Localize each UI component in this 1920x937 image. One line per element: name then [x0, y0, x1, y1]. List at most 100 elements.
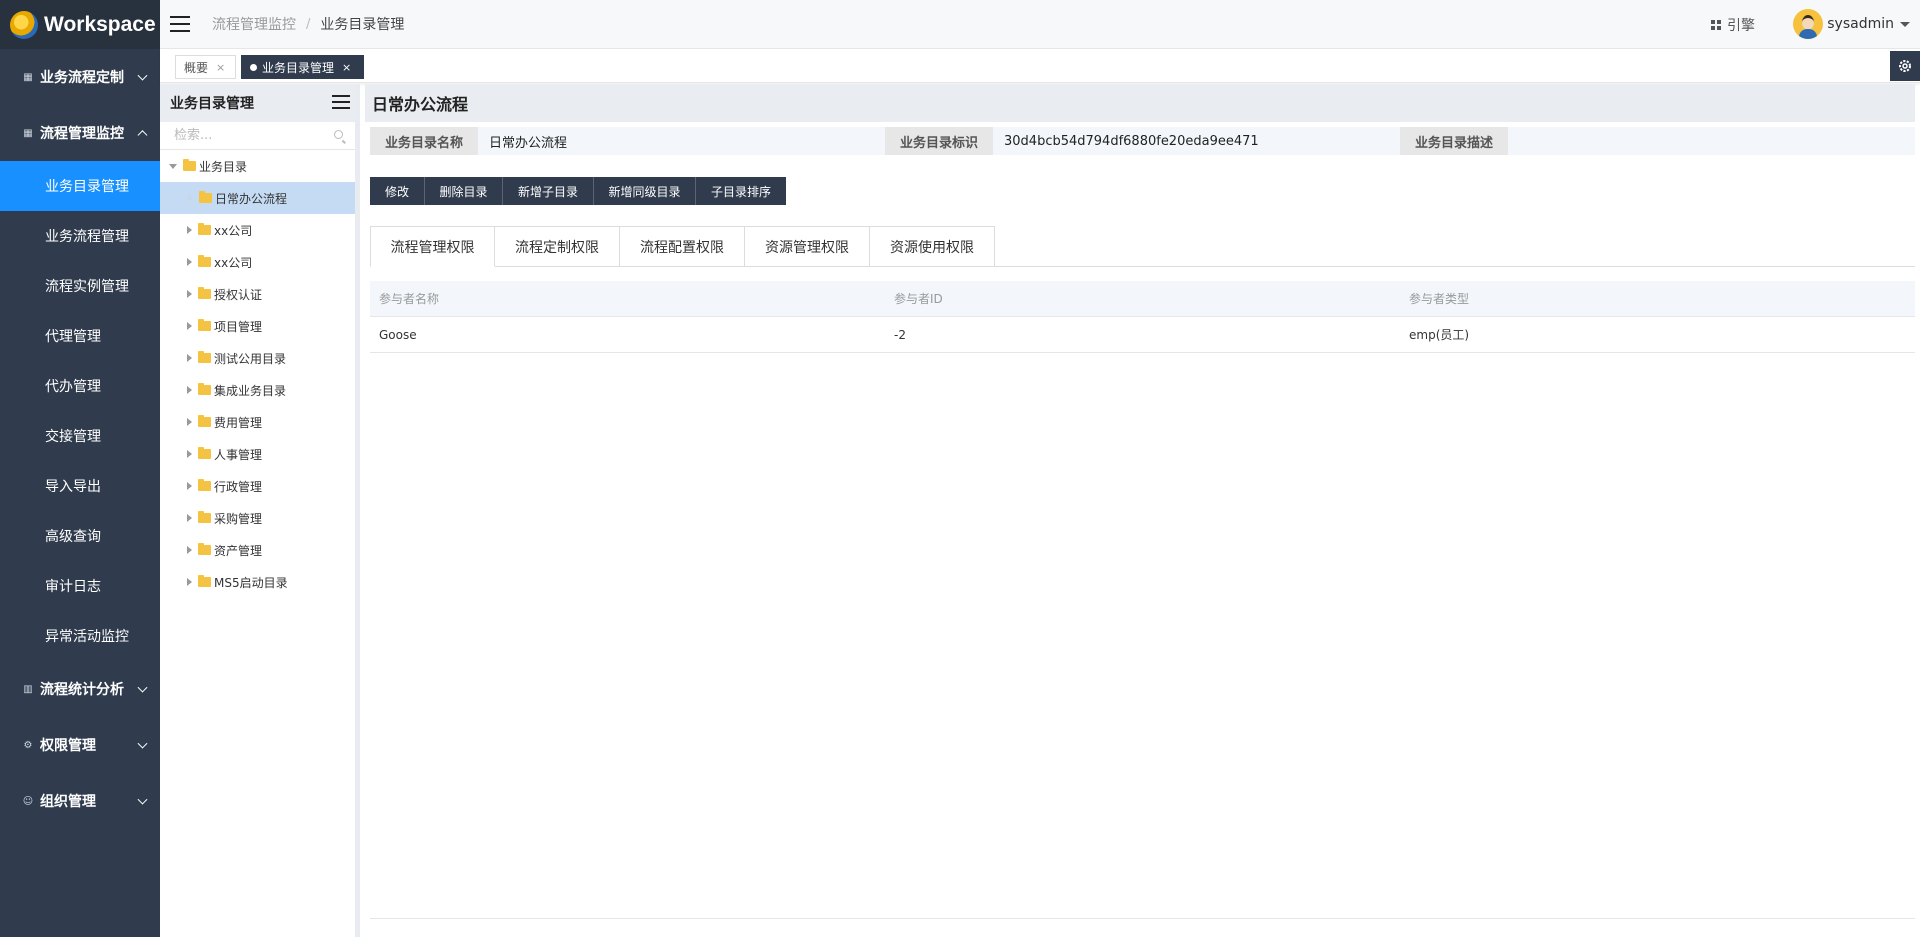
- sidebar-group-label: 业务流程定制: [40, 70, 124, 86]
- sidebar-group-label: 流程管理监控: [40, 126, 124, 142]
- sort-children-button[interactable]: 子目录排序: [696, 177, 786, 205]
- column-header-participant-name[interactable]: 参与者名称: [370, 290, 885, 307]
- menu-toggle-icon[interactable]: [170, 16, 190, 32]
- expand-right-icon[interactable]: [187, 386, 192, 394]
- tab-process-manage-permission[interactable]: 流程管理权限: [370, 226, 495, 267]
- tree-title: 业务目录管理: [170, 96, 254, 112]
- sidebar-item-exception-monitor[interactable]: 异常活动监控: [0, 611, 160, 661]
- tree-node-selected[interactable]: 日常办公流程: [160, 182, 355, 214]
- search-icon[interactable]: [334, 130, 343, 139]
- user-icon: ☺: [22, 795, 34, 807]
- sidebar-group-statistics[interactable]: ▥ 流程统计分析: [0, 661, 160, 717]
- tree-menu-icon[interactable]: [332, 95, 350, 109]
- sidebar-group-process-custom[interactable]: ▦ 业务流程定制: [0, 49, 160, 105]
- tab-resource-manage-permission[interactable]: 资源管理权限: [745, 226, 870, 267]
- edit-button[interactable]: 修改: [370, 177, 425, 205]
- sidebar-item-todo[interactable]: 代办管理: [0, 361, 160, 411]
- tree-node[interactable]: 测试公用目录: [160, 342, 355, 374]
- breadcrumb-current: 业务目录管理: [320, 17, 405, 33]
- sidebar-item-advanced-query[interactable]: 高级查询: [0, 511, 160, 561]
- close-icon[interactable]: ×: [342, 61, 351, 74]
- folder-icon: [183, 159, 196, 171]
- chevron-up-icon: [137, 130, 148, 141]
- tab-catalog-management[interactable]: 业务目录管理 ×: [241, 55, 364, 79]
- tree-node[interactable]: 授权认证: [160, 278, 355, 310]
- expand-right-icon[interactable]: [187, 226, 192, 234]
- sidebar-group-permission[interactable]: ⚙ 权限管理: [0, 717, 160, 773]
- expand-right-icon[interactable]: [187, 482, 192, 490]
- tree-node[interactable]: 费用管理: [160, 406, 355, 438]
- expand-right-icon[interactable]: [187, 258, 192, 266]
- settings-gear-button[interactable]: [1890, 51, 1920, 81]
- tree-node-label: 行政管理: [214, 479, 263, 494]
- expand-right-icon[interactable]: [187, 354, 192, 362]
- sidebar-menu: ▦ 业务流程定制 ▦ 流程管理监控 业务目录管理 业务流程管理 流程实例管理 代…: [0, 49, 160, 829]
- expand-down-icon[interactable]: [169, 163, 177, 169]
- catalog-name-label: 业务目录名称: [370, 127, 478, 155]
- tree-node[interactable]: xx公司: [160, 246, 355, 278]
- folder-icon: [198, 415, 211, 427]
- tab-process-config-permission[interactable]: 流程配置权限: [620, 226, 745, 267]
- close-icon[interactable]: ×: [216, 61, 225, 74]
- column-header-participant-type[interactable]: 参与者类型: [1400, 290, 1915, 307]
- tree-node[interactable]: 人事管理: [160, 438, 355, 470]
- expand-right-icon[interactable]: [187, 450, 192, 458]
- expand-right-icon[interactable]: [187, 290, 192, 298]
- sidebar-item-process[interactable]: 业务流程管理: [0, 211, 160, 261]
- tree-node-label: 项目管理: [214, 319, 263, 334]
- tree-node[interactable]: 采购管理: [160, 502, 355, 534]
- tree-node[interactable]: 行政管理: [160, 470, 355, 502]
- tree-node[interactable]: 项目管理: [160, 310, 355, 342]
- sidebar-item-import-export[interactable]: 导入导出: [0, 461, 160, 511]
- expand-right-icon[interactable]: [187, 514, 192, 522]
- user-menu[interactable]: sysadmin: [1793, 9, 1910, 39]
- tree-node-label: 费用管理: [214, 415, 263, 430]
- main-content: 日常办公流程 业务目录名称 日常办公流程 业务目录标识 30d4bcb54d79…: [365, 84, 1915, 937]
- tree-search-input[interactable]: [160, 122, 355, 149]
- expand-right-icon[interactable]: [187, 578, 192, 586]
- expand-right-icon[interactable]: [187, 546, 192, 554]
- tab-process-custom-permission[interactable]: 流程定制权限: [495, 226, 620, 267]
- folder-icon: [198, 447, 211, 459]
- active-dot-icon: [250, 63, 257, 71]
- tree-node[interactable]: MS5启动目录: [160, 566, 355, 598]
- engine-label: 引擎: [1727, 18, 1755, 34]
- tree-node[interactable]: 资产管理: [160, 534, 355, 566]
- user-name: sysadmin: [1827, 16, 1894, 32]
- sidebar-item-catalog[interactable]: 业务目录管理: [0, 161, 160, 211]
- column-header-participant-id[interactable]: 参与者ID: [885, 290, 1400, 307]
- tab-overview[interactable]: 概要 ×: [175, 55, 236, 79]
- grid-bottom-divider: [370, 918, 1915, 919]
- breadcrumb-separator: /: [306, 16, 311, 32]
- expand-right-icon[interactable]: [188, 194, 193, 202]
- breadcrumb-parent[interactable]: 流程管理监控: [212, 14, 296, 34]
- tree-node-label: 授权认证: [214, 287, 263, 302]
- add-sibling-catalog-button[interactable]: 新增同级目录: [594, 177, 696, 205]
- apps-grid-icon: [1711, 19, 1722, 31]
- folder-icon: [198, 255, 211, 267]
- tree-node[interactable]: xx公司: [160, 214, 355, 246]
- sidebar-item-audit-log[interactable]: 审计日志: [0, 561, 160, 611]
- add-child-catalog-button[interactable]: 新增子目录: [503, 177, 594, 205]
- tree-node-root[interactable]: 业务目录: [160, 150, 355, 182]
- table-row[interactable]: Goose -2 emp(员工): [370, 317, 1915, 353]
- chart-icon: ▥: [23, 683, 33, 695]
- workspace-logo-icon: [10, 10, 38, 39]
- tab-resource-use-permission[interactable]: 资源使用权限: [870, 226, 995, 267]
- sidebar-item-agent[interactable]: 代理管理: [0, 311, 160, 361]
- engine-button[interactable]: 引擎: [1711, 15, 1755, 35]
- expand-right-icon[interactable]: [187, 322, 192, 330]
- expand-right-icon[interactable]: [187, 418, 192, 426]
- sidebar-item-instance[interactable]: 流程实例管理: [0, 261, 160, 311]
- delete-catalog-button[interactable]: 删除目录: [425, 177, 503, 205]
- sidebar-group-organization[interactable]: ☺ 组织管理: [0, 773, 160, 829]
- cell-participant-type: emp(员工): [1409, 328, 1470, 342]
- sidebar-group-process-monitor[interactable]: ▦ 流程管理监控: [0, 105, 160, 161]
- tree-node-label: 业务目录: [199, 159, 248, 174]
- tree-node[interactable]: 集成业务目录: [160, 374, 355, 406]
- catalog-name-value: 日常办公流程: [489, 135, 568, 151]
- brand[interactable]: Workspace: [0, 0, 160, 49]
- folder-icon: [198, 319, 211, 331]
- sidebar-group-label: 流程统计分析: [40, 682, 124, 698]
- sidebar-item-handover[interactable]: 交接管理: [0, 411, 160, 461]
